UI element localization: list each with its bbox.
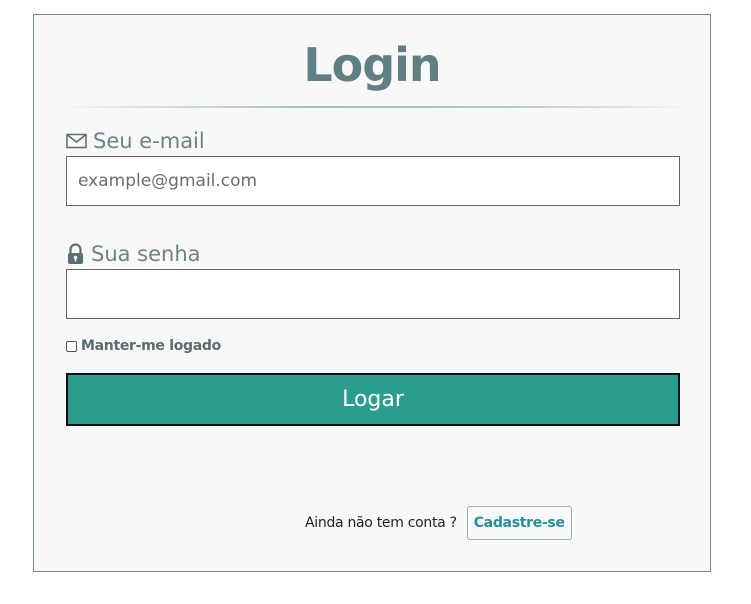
email-input[interactable] — [66, 156, 680, 206]
login-button[interactable]: Logar — [66, 373, 680, 426]
password-label-text: Sua senha — [91, 242, 201, 266]
title-divider — [56, 106, 692, 108]
password-input[interactable] — [66, 269, 680, 319]
signup-row: Ainda não tem conta ? Cadastre-se — [305, 506, 572, 540]
email-label-text: Seu e-mail — [93, 129, 205, 153]
signup-prompt: Ainda não tem conta ? — [305, 515, 457, 531]
remember-me-checkbox[interactable] — [66, 340, 77, 352]
page-title: Login — [303, 38, 441, 92]
envelope-icon — [66, 133, 87, 149]
password-label: Sua senha — [66, 241, 201, 267]
remember-me-label[interactable]: Manter-me logado — [81, 338, 221, 354]
lock-icon — [66, 243, 85, 265]
login-card: Login Seu e-mail Sua senha Manter-me log… — [33, 14, 711, 572]
signup-link[interactable]: Cadastre-se — [466, 506, 572, 540]
email-label: Seu e-mail — [66, 128, 205, 154]
remember-me[interactable]: Manter-me logado — [66, 338, 221, 354]
